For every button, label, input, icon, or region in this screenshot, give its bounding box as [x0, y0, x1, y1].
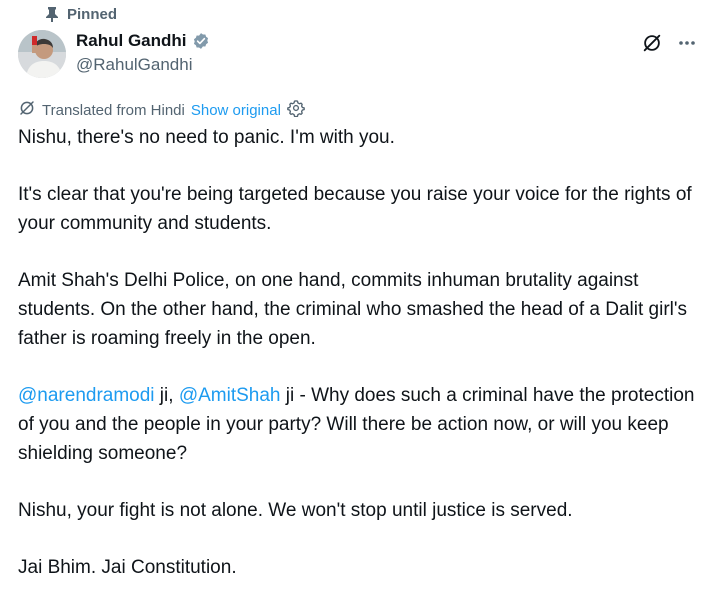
post-paragraph-5: Nishu, your fight is not alone. We won't…	[18, 500, 573, 522]
user-handle[interactable]: @RahulGandhi	[76, 55, 210, 75]
post-paragraph-6: Jai Bhim. Jai Constitution.	[18, 557, 237, 579]
show-original-link[interactable]: Show original	[191, 102, 281, 119]
avatar[interactable]	[18, 30, 66, 78]
post-paragraph-1: Nishu, there's no need to panic. I'm wit…	[18, 127, 395, 148]
post-paragraph-4: @narendramodi ji, @AmitShah ji - Why doe…	[18, 382, 698, 468]
name-row: Rahul Gandhi	[76, 30, 210, 52]
post-top-actions	[641, 32, 697, 54]
post-text: Nishu, there's no need to panic. I'm wit…	[18, 124, 698, 612]
author-info: Rahul Gandhi @RahulGandhi	[76, 30, 210, 75]
mention-narendramodi[interactable]: @narendramodi	[18, 385, 155, 406]
post-paragraph-2: It's clear that you're being targeted be…	[18, 184, 692, 235]
translation-bar: Translated from Hindi Show original	[18, 99, 305, 121]
verified-badge-icon	[192, 32, 210, 50]
post-paragraph-3: Amit Shah's Delhi Police, on one hand, c…	[18, 270, 687, 349]
gear-icon[interactable]	[287, 99, 305, 121]
mention-amitshah[interactable]: @AmitShah	[179, 385, 281, 406]
post-text-fragment: ji,	[154, 385, 179, 407]
pin-icon	[45, 6, 59, 22]
post-card: Pinned Rahul Gandhi @RahulGandhi Transla…	[0, 0, 715, 592]
grok-icon[interactable]	[641, 32, 663, 54]
pinned-label: Pinned	[67, 5, 118, 23]
more-icon[interactable]	[677, 33, 697, 53]
pinned-indicator: Pinned	[45, 4, 117, 24]
translated-label: Translated from Hindi	[42, 101, 185, 119]
display-name[interactable]: Rahul Gandhi	[76, 31, 187, 51]
translate-icon	[18, 99, 36, 121]
